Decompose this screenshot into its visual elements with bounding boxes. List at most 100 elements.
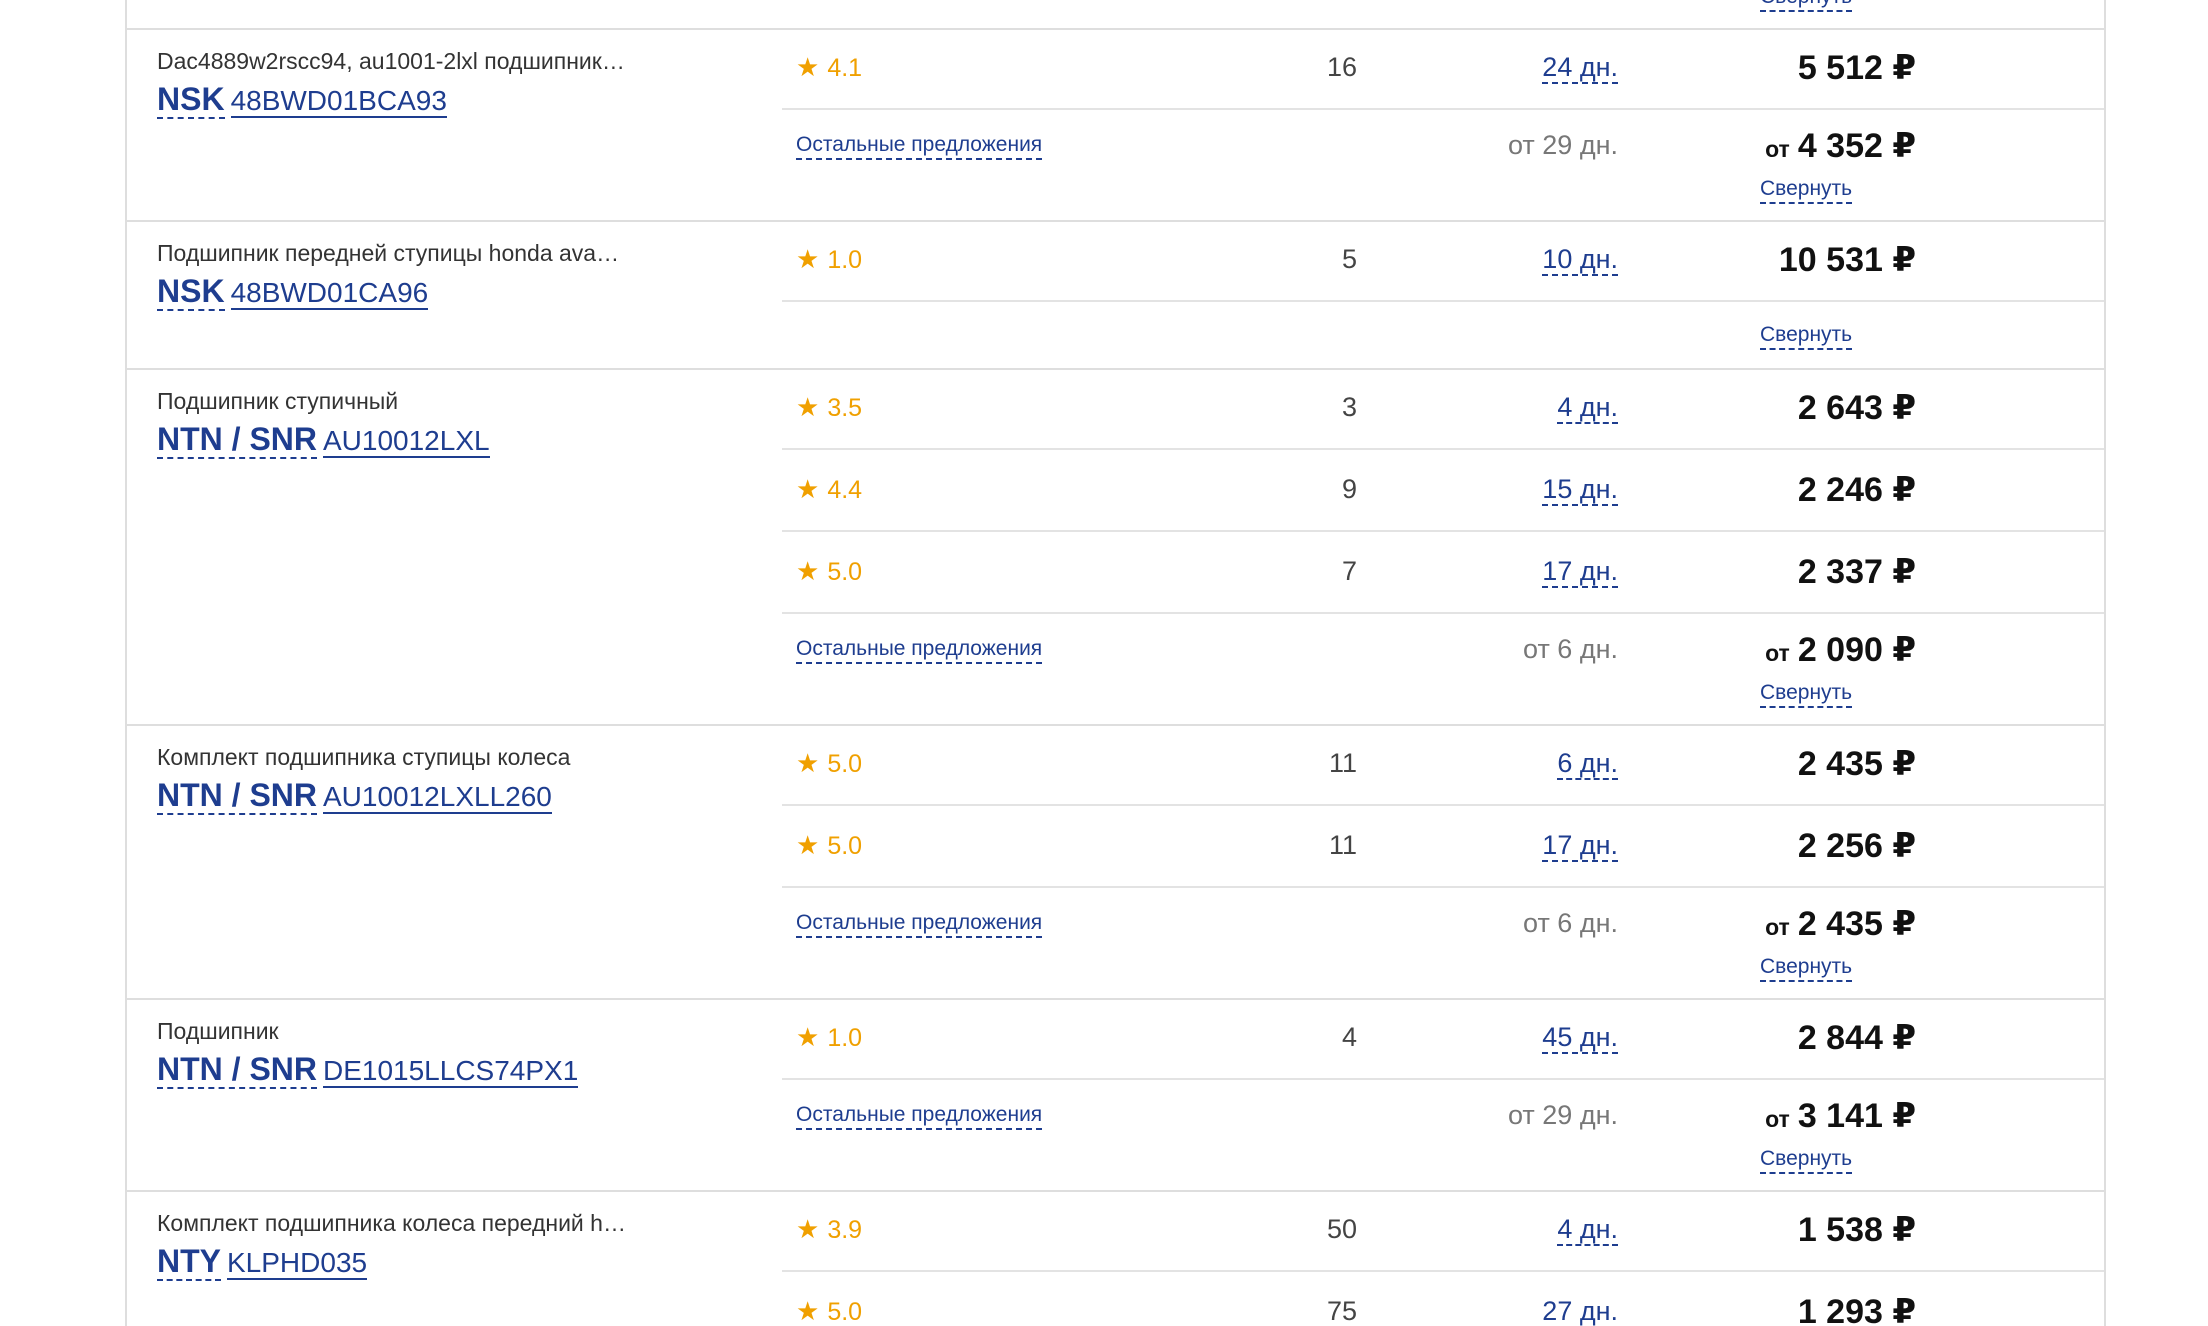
other-offers-price: от 2 090 ₽ — [1765, 631, 1916, 669]
offer-price: 10 531 ₽ — [1778, 241, 1916, 279]
stock-quantity: 11 — [1328, 748, 1357, 778]
stock-quantity: 7 — [1341, 556, 1357, 586]
brand-link[interactable]: NTN / SNR — [157, 421, 317, 459]
seller-rating: ★ 1.0 — [796, 244, 862, 275]
product-info: Комплект подшипника колеса передний h… N… — [157, 1208, 757, 1287]
other-offers-row: Остальные предложения от 6 дн. от 2 435 ₽… — [782, 888, 2104, 998]
seller-rating: ★ 1.0 — [796, 1022, 862, 1053]
product-row: Комплект подшипника ступицы колеса NTN /… — [127, 724, 2104, 1000]
other-offers-days: от 6 дн. — [1523, 634, 1618, 664]
product-info: Подшипник ступичный NTN / SNR AU10012LXL — [157, 386, 757, 465]
other-offers-link[interactable]: Остальные предложения — [796, 132, 1043, 160]
rating-value: 4.1 — [827, 54, 863, 82]
delivery-days[interactable]: 6 дн. — [1557, 748, 1618, 780]
offer-price: 2 643 ₽ — [1797, 389, 1916, 427]
article-link[interactable]: 48BWD01CA96 — [230, 277, 429, 310]
delivery-days[interactable]: 17 дн. — [1542, 830, 1618, 862]
brand-link[interactable]: NTN / SNR — [157, 777, 317, 815]
star-icon: ★ — [796, 52, 820, 82]
rating-value: 3.5 — [827, 394, 863, 422]
product-info: Комплект подшипника ступицы колеса NTN /… — [157, 742, 757, 821]
seller-rating: ★ 3.9 — [796, 1214, 862, 1245]
collapse-link[interactable]: Свернуть — [1760, 322, 1853, 350]
other-offers-link[interactable]: Остальные предложения — [796, 636, 1043, 664]
other-offers-days: от 29 дн. — [1508, 130, 1618, 160]
offer-price: 1 293 ₽ — [1797, 1293, 1916, 1326]
rating-value: 1.0 — [827, 1024, 863, 1052]
collapse-link[interactable]: Свернуть — [1760, 0, 1853, 12]
seller-rating: ★ 4.4 — [796, 474, 862, 505]
product-info: Dac4889w2rscc94, au1001-2lxl подшипник… … — [157, 46, 757, 125]
seller-rating: ★ 3.5 — [796, 392, 862, 423]
delivery-days[interactable]: 4 дн. — [1557, 392, 1618, 424]
offer-row: ★ 3.9 50 4 дн. 1 538 ₽ — [782, 1190, 2104, 1272]
article-link[interactable]: 48BWD01BCA93 — [230, 85, 447, 118]
star-icon: ★ — [796, 1214, 820, 1244]
product-row: Подшипник ступичный NTN / SNR AU10012LXL … — [127, 368, 2104, 726]
delivery-days[interactable]: 17 дн. — [1542, 556, 1618, 588]
article-link[interactable]: AU10012LXL — [323, 425, 490, 458]
delivery-days[interactable]: 45 дн. — [1542, 1022, 1618, 1054]
star-icon: ★ — [796, 556, 820, 586]
offer-price: 5 512 ₽ — [1797, 49, 1916, 87]
delivery-days[interactable]: 27 дн. — [1542, 1296, 1618, 1326]
delivery-days[interactable]: 10 дн. — [1542, 244, 1618, 276]
offer-price: 2 844 ₽ — [1797, 1019, 1916, 1057]
other-offers-link[interactable]: Остальные предложения — [796, 910, 1043, 938]
brand-link[interactable]: NSK — [157, 81, 225, 119]
stock-quantity: 11 — [1328, 830, 1357, 860]
rating-value: 5.0 — [827, 832, 863, 860]
rating-value: 5.0 — [827, 558, 863, 586]
product-description: Комплект подшипника колеса передний h… — [157, 1210, 626, 1236]
delivery-days[interactable]: 4 дн. — [1557, 1214, 1618, 1246]
offer-row: ★ 3.5 3 4 дн. 2 643 ₽ — [782, 368, 2104, 450]
product-row: Подшипник передней ступицы honda ava… NS… — [127, 220, 2104, 370]
other-offers-link[interactable]: Остальные предложения — [796, 1102, 1043, 1130]
offer-row: ★ 5.0 7 17 дн. 2 337 ₽ — [782, 532, 2104, 614]
rating-value: 3.9 — [827, 1216, 863, 1244]
other-offers-days: от 6 дн. — [1523, 908, 1618, 938]
stock-quantity: 5 — [1341, 244, 1357, 274]
offer-row: ★ 5.0 11 6 дн. 2 435 ₽ — [782, 724, 2104, 806]
other-offers-price: от 4 352 ₽ — [1765, 127, 1916, 165]
product-description: Подшипник передней ступицы honda ava… — [157, 240, 620, 266]
offer-price: 2 246 ₽ — [1797, 471, 1916, 509]
article-link[interactable]: DE1015LLCS74PX1 — [323, 1055, 579, 1088]
product-description: Dac4889w2rscc94, au1001-2lxl подшипник… — [157, 48, 625, 74]
stock-quantity: 16 — [1326, 52, 1357, 82]
offer-price: 2 337 ₽ — [1797, 553, 1916, 591]
offer-row: ★ 5.0 11 17 дн. 2 256 ₽ — [782, 806, 2104, 888]
rating-value: 1.0 — [827, 246, 863, 274]
brand-link[interactable]: NTN / SNR — [157, 1051, 317, 1089]
collapse-link[interactable]: Свернуть — [1760, 680, 1853, 708]
other-offers-price: от 2 435 ₽ — [1765, 905, 1916, 943]
previous-product-tail: Свернуть — [127, 0, 2104, 30]
delivery-days[interactable]: 15 дн. — [1542, 474, 1618, 506]
seller-rating: ★ 5.0 — [796, 830, 862, 861]
article-link[interactable]: KLPHD035 — [227, 1247, 368, 1280]
rating-value: 4.4 — [827, 476, 863, 504]
stock-quantity: 50 — [1326, 1214, 1357, 1244]
product-info: Подшипник передней ступицы honda ava… NS… — [157, 238, 757, 317]
collapse-row: Свернуть — [782, 302, 2104, 368]
collapse-link[interactable]: Свернуть — [1760, 176, 1853, 204]
offer-row: ★ 4.1 16 24 дн. 5 512 ₽ — [782, 28, 2104, 110]
other-offers-days: от 29 дн. — [1508, 1100, 1618, 1130]
star-icon: ★ — [796, 1022, 820, 1052]
collapse-link[interactable]: Свернуть — [1760, 1146, 1853, 1174]
brand-link[interactable]: NSK — [157, 273, 225, 311]
product-row: Подшипник NTN / SNR DE1015LLCS74PX1 ★ 1.0 … — [127, 998, 2104, 1192]
offer-price: 1 538 ₽ — [1797, 1211, 1916, 1249]
other-offers-row: Остальные предложения от 29 дн. от 4 352 … — [782, 110, 2104, 220]
collapse-link[interactable]: Свернуть — [1760, 954, 1853, 982]
product-row: Dac4889w2rscc94, au1001-2lxl подшипник… … — [127, 28, 2104, 222]
star-icon: ★ — [796, 392, 820, 422]
delivery-days[interactable]: 24 дн. — [1542, 52, 1618, 84]
offer-row: ★ 5.0 75 27 дн. 1 293 ₽ — [782, 1272, 2104, 1326]
seller-rating: ★ 5.0 — [796, 748, 862, 779]
article-link[interactable]: AU10012LXLL260 — [323, 781, 552, 814]
brand-link[interactable]: NTY — [157, 1243, 221, 1281]
offer-price: 2 256 ₽ — [1797, 827, 1916, 865]
star-icon: ★ — [796, 748, 820, 778]
product-description: Подшипник ступичный — [157, 388, 399, 414]
